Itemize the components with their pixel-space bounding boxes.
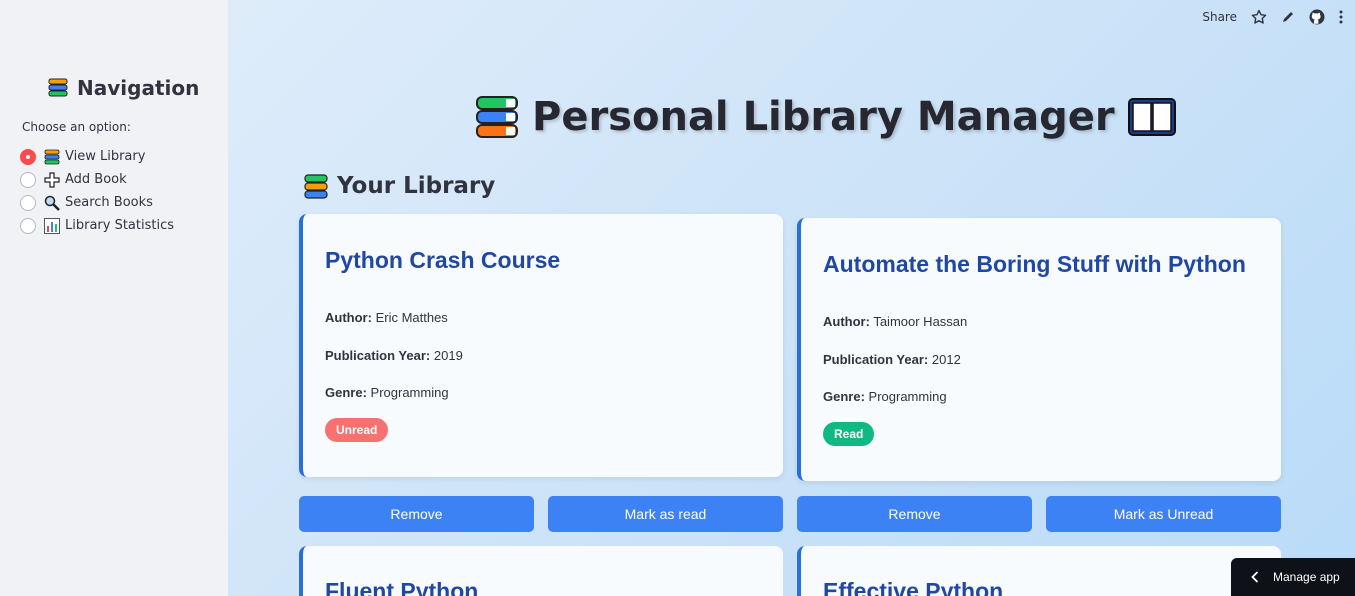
mark-as-unread-button[interactable]: Mark as Unread: [1046, 496, 1281, 532]
magnifier-icon: [44, 195, 60, 211]
radio-icon[interactable]: [20, 171, 36, 188]
books-icon: [47, 77, 69, 99]
books-icon: [303, 173, 329, 199]
nav-option-label: Library Statistics: [65, 218, 175, 233]
section-title-text: Your Library: [337, 173, 496, 199]
toolbar: Share: [1202, 8, 1343, 26]
year-label: Publication Year:: [823, 352, 929, 367]
book-title: Automate the Boring Stuff with Python: [823, 251, 1246, 277]
book-author: Author: Taimoor Hassan: [823, 314, 967, 329]
edit-icon[interactable]: [1281, 8, 1295, 26]
radio-selected-icon[interactable]: [20, 148, 36, 165]
nav-option-label: Add Book: [65, 172, 127, 187]
book-card: Effective Python: [797, 546, 1281, 596]
remove-button[interactable]: Remove: [797, 496, 1032, 532]
book-title: Fluent Python: [325, 578, 479, 596]
year-label: Publication Year:: [325, 348, 431, 363]
book-genre: Genre: Programming: [823, 389, 947, 404]
page-title-text: Personal Library Manager: [532, 94, 1115, 140]
remove-button[interactable]: Remove: [299, 496, 534, 532]
author-value: Eric Matthes: [375, 310, 448, 325]
plus-icon: [44, 171, 60, 188]
open-book-icon: [1127, 95, 1177, 139]
radio-icon[interactable]: [20, 217, 36, 234]
page-title: Personal Library Manager: [474, 94, 1177, 140]
book-year: Publication Year: 2019: [325, 348, 463, 363]
nav-option-search-books[interactable]: Search Books: [20, 191, 174, 214]
section-title: Your Library: [303, 173, 495, 199]
chevron-left-icon: [1251, 571, 1259, 583]
genre-label: Genre:: [325, 385, 367, 400]
github-icon[interactable]: [1309, 8, 1325, 26]
nav-option-library-statistics[interactable]: Library Statistics: [20, 214, 174, 237]
mark-as-read-button[interactable]: Mark as read: [548, 496, 783, 532]
book-title: Effective Python: [823, 578, 1004, 596]
genre-value: Programming: [370, 385, 449, 400]
year-value: 2019: [433, 348, 463, 363]
nav-option-label: Search Books: [65, 195, 153, 210]
author-label: Author:: [325, 310, 372, 325]
books-icon: [44, 149, 60, 165]
author-value: Taimoor Hassan: [873, 314, 968, 329]
book-genre: Genre: Programming: [325, 385, 449, 400]
sidebar-title: Navigation: [47, 76, 199, 100]
status-badge: Read: [823, 422, 875, 446]
book-card: Fluent Python: [299, 546, 783, 596]
nav-option-view-library[interactable]: View Library: [20, 145, 174, 168]
status-badge: Unread: [325, 418, 389, 442]
bar-chart-icon: [44, 217, 60, 234]
share-button[interactable]: Share: [1202, 8, 1237, 26]
book-card: Automate the Boring Stuff with Python Au…: [797, 218, 1281, 481]
radio-icon[interactable]: [20, 194, 36, 211]
more-menu-icon[interactable]: [1339, 8, 1343, 26]
nav-option-label: View Library: [65, 149, 146, 164]
manage-app-label: Manage app: [1273, 570, 1340, 584]
books-icon: [474, 94, 520, 140]
book-year: Publication Year: 2012: [823, 352, 961, 367]
nav-option-add-book[interactable]: Add Book: [20, 168, 174, 191]
book-title: Python Crash Course: [325, 247, 561, 273]
sidebar-title-text: Navigation: [77, 76, 200, 100]
manage-app-button[interactable]: Manage app: [1231, 558, 1355, 596]
nav-radio-group: View Library Add Book Search Books Libra…: [20, 145, 174, 237]
nav-choose-label: Choose an option:: [22, 120, 131, 134]
author-label: Author:: [823, 314, 870, 329]
star-icon[interactable]: [1251, 8, 1267, 26]
book-author: Author: Eric Matthes: [325, 310, 448, 325]
year-value: 2012: [931, 352, 961, 367]
genre-value: Programming: [868, 389, 947, 404]
book-card: Python Crash Course Author: Eric Matthes…: [299, 214, 783, 477]
sidebar: Navigation Choose an option: View Librar…: [0, 0, 228, 596]
genre-label: Genre:: [823, 389, 865, 404]
